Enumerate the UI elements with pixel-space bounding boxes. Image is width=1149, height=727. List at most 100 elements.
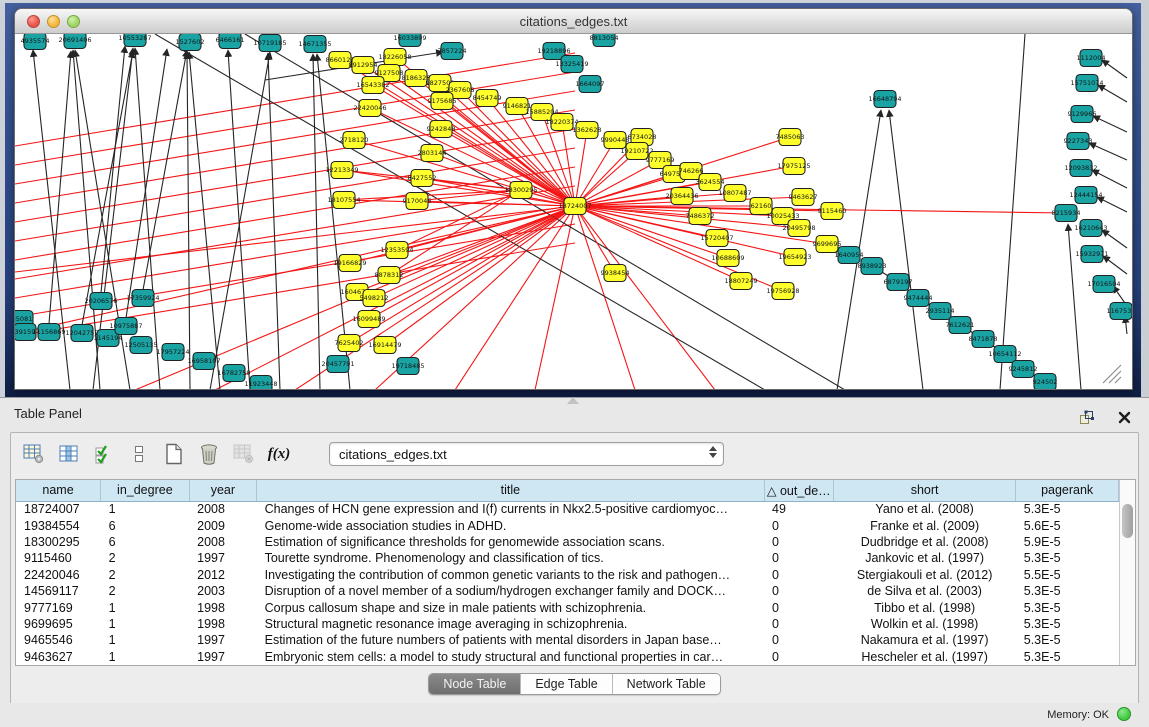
graph-node[interactable]: 10553287 bbox=[118, 34, 151, 47]
graph-node[interactable]: 16210643 bbox=[1074, 220, 1107, 237]
tab-network-table[interactable]: Network Table bbox=[613, 674, 720, 694]
tab-edge-table[interactable]: Edge Table bbox=[521, 674, 612, 694]
column-header-short[interactable]: short bbox=[834, 480, 1016, 501]
graph-node[interactable]: 8215934 bbox=[1052, 205, 1081, 222]
graph-node[interactable]: 12505135 bbox=[124, 337, 157, 354]
graph-node[interactable]: 8912954 bbox=[349, 57, 378, 74]
network-canvas[interactable]: 1872400718300295866012389129541822605891… bbox=[15, 34, 1132, 390]
table-row[interactable]: 1456911722003Disruption of a novel membe… bbox=[16, 583, 1119, 599]
graph-node[interactable]: 4935574 bbox=[21, 34, 50, 50]
table-row[interactable]: 946554611997Estimation of the future num… bbox=[16, 632, 1119, 648]
graph-node[interactable]: 9170046 bbox=[403, 193, 432, 210]
graph-node[interactable]: 2803144 bbox=[418, 145, 447, 162]
graph-node[interactable]: 10719185 bbox=[253, 35, 286, 52]
graph-node[interactable]: 17957224 bbox=[156, 344, 189, 361]
graph-node[interactable]: 2935114 bbox=[926, 303, 955, 320]
table-row[interactable]: 977716911998Corpus callosum shape and si… bbox=[16, 599, 1119, 615]
graph-node[interactable]: 18226058 bbox=[378, 49, 411, 66]
graph-node[interactable]: 1640954 bbox=[835, 247, 864, 264]
new-table-icon[interactable] bbox=[161, 441, 187, 467]
table-row[interactable]: 1872400712008Changes of HCN gene express… bbox=[16, 501, 1119, 517]
graph-node[interactable]: 7486372 bbox=[686, 208, 715, 225]
graph-node[interactable]: 8878312 bbox=[375, 267, 404, 284]
citation-network-graph[interactable]: 1872400718300295866012389129541822605891… bbox=[15, 34, 1132, 390]
vertical-scrollbar[interactable] bbox=[1119, 480, 1135, 665]
graph-node[interactable]: 7612621 bbox=[946, 317, 975, 334]
graph-node[interactable]: 8427552 bbox=[408, 170, 437, 187]
table-row[interactable]: 1830029562008Estimation of significance … bbox=[16, 534, 1119, 550]
graph-node[interactable]: 9245812 bbox=[1009, 361, 1038, 378]
graph-node[interactable]: 9175685 bbox=[428, 93, 457, 110]
table-selector-dropdown[interactable]: citations_edges.txt bbox=[329, 442, 724, 466]
graph-node[interactable]: 16782759 bbox=[217, 365, 250, 382]
graph-node[interactable]: 2718120 bbox=[340, 132, 369, 149]
graph-node[interactable]: 7857224 bbox=[438, 43, 467, 60]
graph-node[interactable]: 17359924 bbox=[126, 290, 159, 307]
graph-node[interactable]: 20206576 bbox=[84, 293, 117, 310]
close-panel-icon[interactable] bbox=[1111, 404, 1137, 430]
graph-node[interactable]: 3624554 bbox=[696, 174, 725, 191]
column-header-name[interactable]: name bbox=[16, 480, 101, 501]
graph-node[interactable]: 17975125 bbox=[777, 158, 810, 175]
graph-node[interactable]: 15751074 bbox=[1070, 75, 1103, 92]
memory-ok-indicator-icon[interactable] bbox=[1117, 707, 1131, 721]
network-view-window[interactable]: citations_edges.txt 18724007183002958660… bbox=[14, 8, 1133, 390]
graph-node[interactable]: 9242848 bbox=[427, 121, 456, 138]
tab-node-table[interactable]: Node Table bbox=[429, 674, 521, 694]
graph-node[interactable]: 8938923 bbox=[858, 258, 887, 275]
graph-node[interactable]: 16648794 bbox=[868, 91, 901, 108]
graph-node[interactable]: 20691406 bbox=[58, 34, 91, 49]
table-row[interactable]: 2242004622012Investigating the contribut… bbox=[16, 567, 1119, 583]
graph-node[interactable]: 6466161 bbox=[216, 34, 245, 49]
graph-node[interactable]: 9115460 bbox=[818, 203, 847, 220]
graph-node[interactable]: 19718485 bbox=[391, 358, 424, 375]
graph-node[interactable]: 924502 bbox=[1033, 374, 1058, 391]
row-height-icon[interactable] bbox=[126, 441, 152, 467]
graph-node[interactable]: 12444154 bbox=[1069, 187, 1102, 204]
graph-node[interactable]: 1527602 bbox=[176, 34, 205, 51]
graph-node[interactable]: 1664097 bbox=[576, 76, 605, 93]
graph-node[interactable]: 8454749 bbox=[473, 90, 502, 107]
graph-node[interactable]: 9463627 bbox=[789, 189, 818, 206]
graph-node[interactable]: 16958107 bbox=[187, 353, 220, 370]
graph-node[interactable]: 18807249 bbox=[724, 273, 757, 290]
graph-node[interactable]: 9990448 bbox=[601, 132, 630, 149]
graph-node[interactable]: 1362628 bbox=[573, 122, 602, 139]
delete-rows-icon[interactable] bbox=[196, 441, 222, 467]
graph-node[interactable]: 14671355 bbox=[298, 36, 331, 53]
scrollbar-thumb[interactable] bbox=[1122, 504, 1133, 538]
column-header-year[interactable]: year bbox=[189, 480, 256, 501]
graph-node[interactable]: 11156869 bbox=[32, 324, 65, 341]
node-table[interactable]: namein_degreeyeartitle△ out_de…shortpage… bbox=[16, 480, 1119, 665]
graph-node[interactable]: 7485063 bbox=[776, 129, 805, 146]
graph-node[interactable]: 16033809 bbox=[393, 34, 426, 47]
column-header-in_degree[interactable]: in_degree bbox=[101, 480, 190, 501]
graph-node[interactable]: 1167533 bbox=[1107, 303, 1132, 320]
table-row[interactable]: 969969511998Structural magnetic resonanc… bbox=[16, 616, 1119, 632]
graph-node[interactable]: 8813054 bbox=[590, 34, 619, 47]
column-header-title[interactable]: title bbox=[257, 480, 764, 501]
select-columns-icon[interactable] bbox=[91, 441, 117, 467]
graph-node[interactable]: 12213349 bbox=[325, 162, 358, 179]
table-row[interactable]: 1938455462009Genome-wide association stu… bbox=[16, 517, 1119, 533]
window-titlebar[interactable]: citations_edges.txt bbox=[15, 9, 1132, 34]
table-row[interactable]: 946362711997Embryonic stem cells: a mode… bbox=[16, 649, 1119, 665]
table-row[interactable]: 911546021997Tourette syndrome. Phenomeno… bbox=[16, 550, 1119, 566]
graph-node[interactable]: 12093832 bbox=[1064, 160, 1097, 177]
graph-node[interactable]: 15932971 bbox=[1075, 246, 1108, 263]
table-settings-icon[interactable] bbox=[21, 441, 47, 467]
graph-node[interactable]: 15720407 bbox=[700, 230, 733, 247]
graph-node[interactable]: 9938454 bbox=[601, 265, 630, 282]
float-panel-icon[interactable] bbox=[1073, 404, 1099, 430]
graph-node[interactable]: 1112004 bbox=[1077, 50, 1106, 67]
graph-node[interactable]: 9227343 bbox=[1064, 133, 1093, 150]
function-builder-icon[interactable]: f(x) bbox=[266, 441, 292, 467]
graph-node[interactable]: 19756928 bbox=[766, 283, 799, 300]
column-header-pagerank[interactable]: pagerank bbox=[1016, 480, 1119, 501]
graph-node[interactable]: 6879197 bbox=[884, 274, 913, 291]
graph-node[interactable]: 8471878 bbox=[969, 331, 998, 348]
graph-node[interactable]: 5498212 bbox=[360, 290, 389, 307]
graph-node[interactable]: 9474444 bbox=[904, 290, 933, 307]
column-header-out_de[interactable]: △ out_de… bbox=[764, 480, 833, 501]
graph-node[interactable]: 9699695 bbox=[813, 236, 842, 253]
